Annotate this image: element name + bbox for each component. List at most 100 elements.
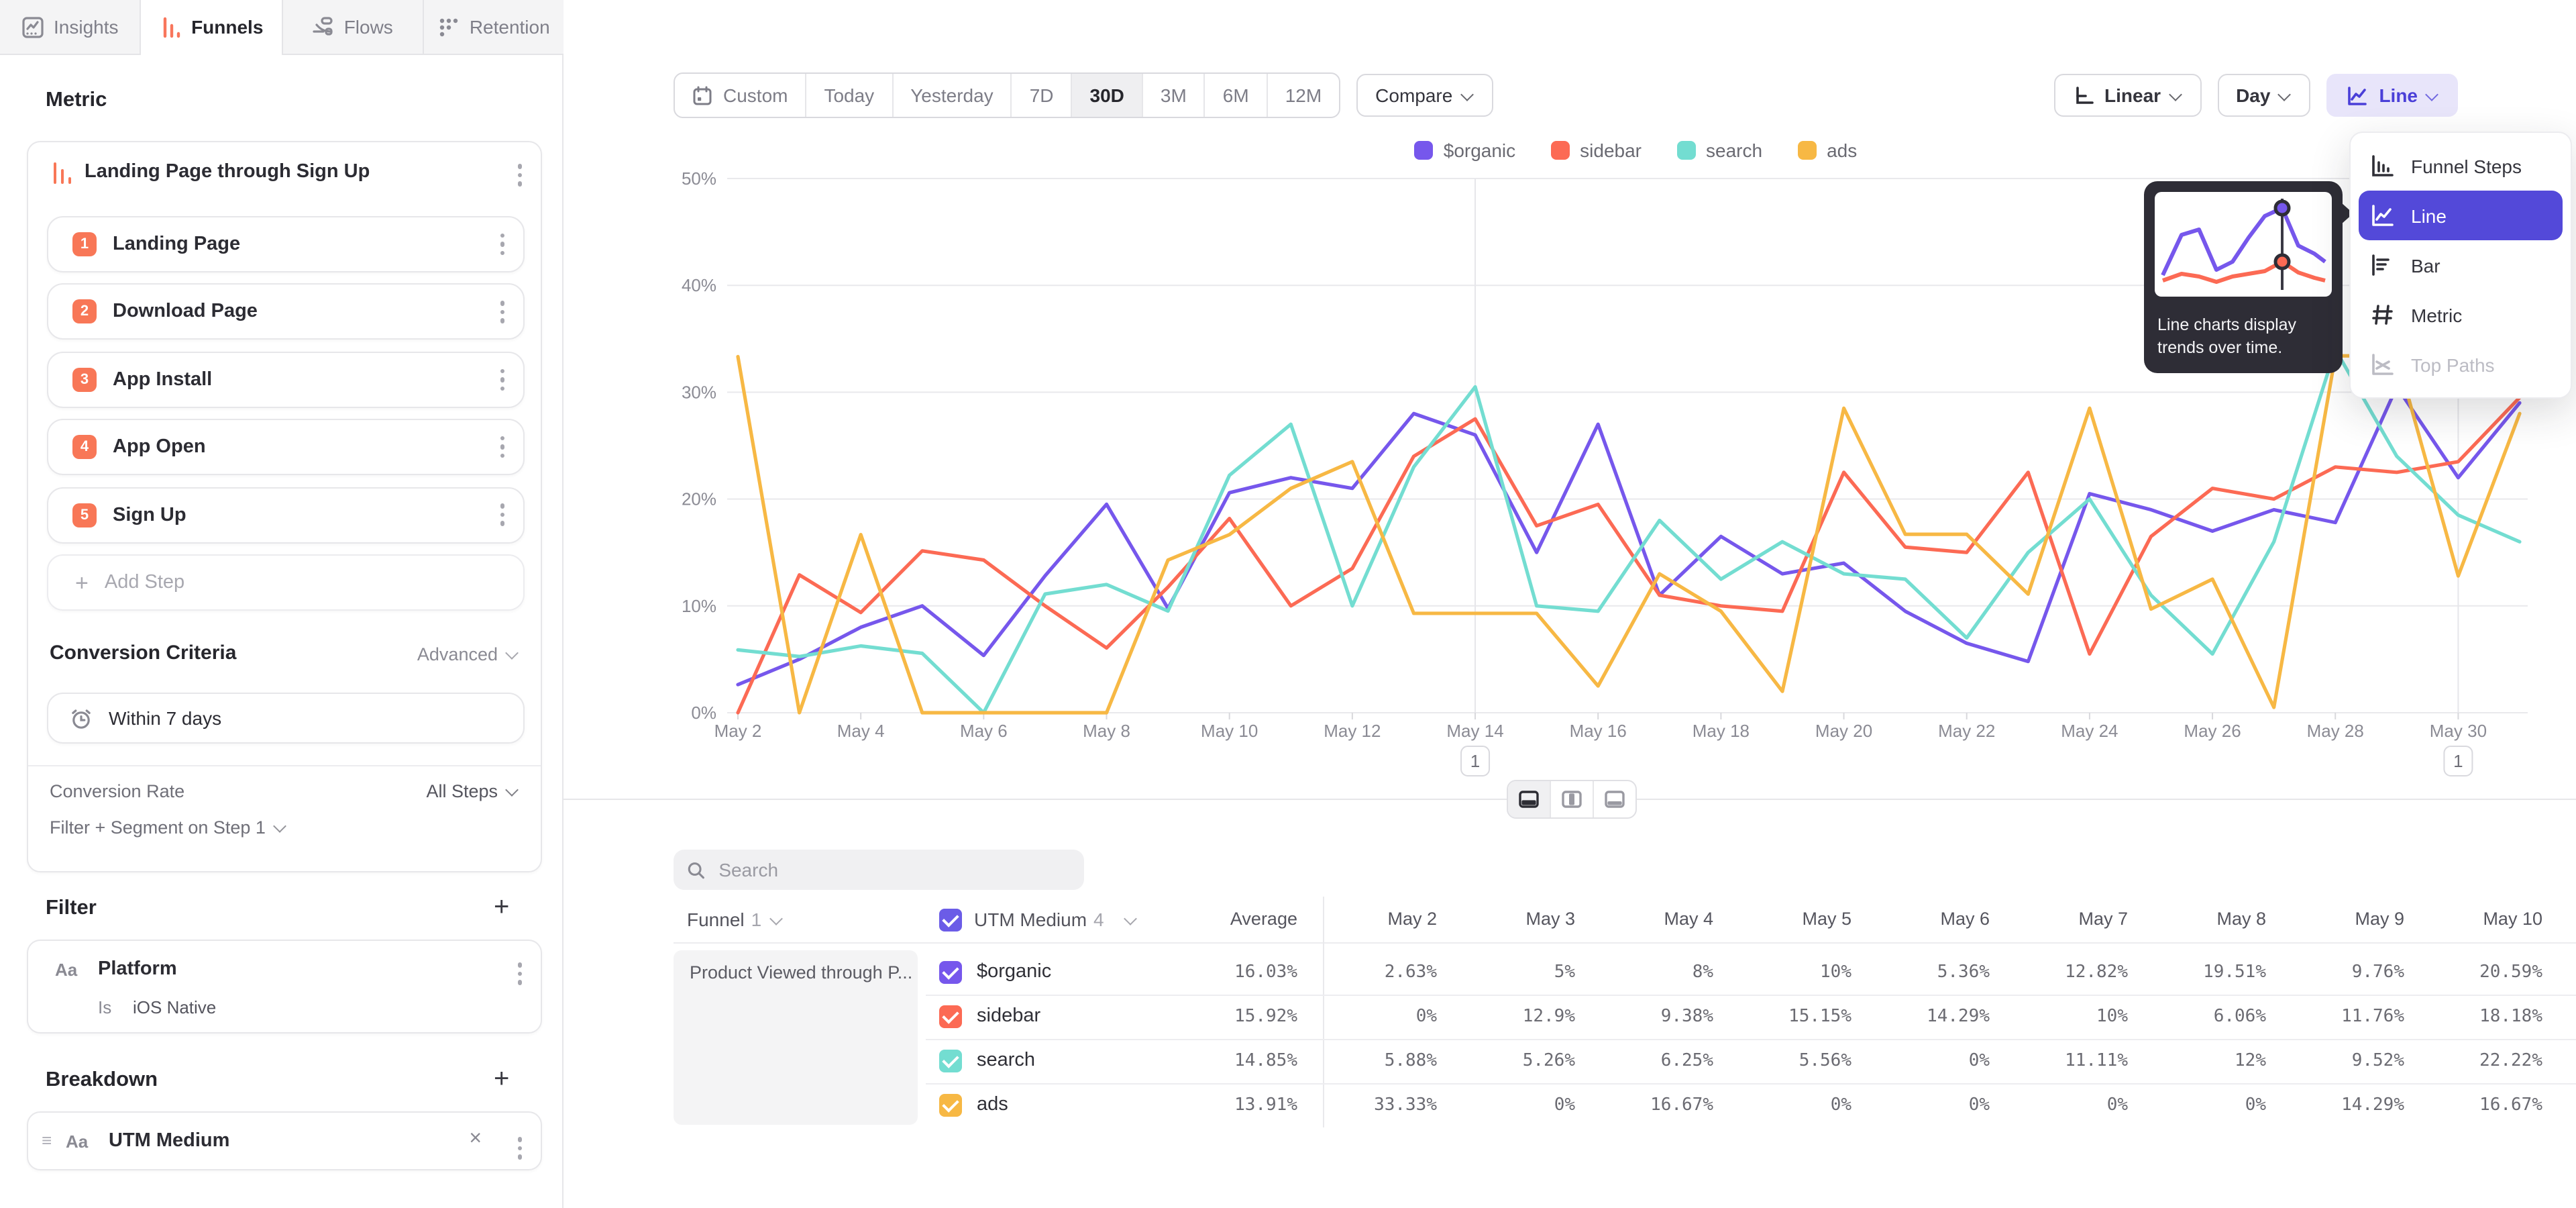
svg-text:May 16: May 16 — [1570, 721, 1627, 741]
add-step-button[interactable]: + Add Step — [47, 554, 525, 611]
conversion-rate-label: Conversion Rate — [50, 781, 184, 801]
value-cell: 0% — [1448, 1083, 1575, 1127]
column-header[interactable]: May 7 — [2000, 897, 2128, 942]
column-header[interactable]: May 5 — [1724, 897, 1851, 942]
column-header[interactable]: May 10 — [2415, 897, 2542, 942]
funnel-column-header[interactable]: Funnel1 — [687, 897, 783, 944]
advanced-toggle[interactable]: Advanced — [417, 644, 519, 664]
step-menu-button[interactable] — [492, 496, 513, 534]
column-header[interactable]: May 3 — [1448, 897, 1575, 942]
funnel-step-5[interactable]: 5Sign Up — [47, 487, 525, 543]
menu-item-funnel-steps[interactable]: Funnel Steps — [2351, 141, 2571, 191]
filter-menu-button[interactable] — [509, 954, 530, 993]
tab-retention[interactable]: Retention — [424, 0, 564, 54]
value-cell: 10% — [2000, 995, 2128, 1039]
step-number-badge: 5 — [72, 503, 97, 527]
segment-column-header[interactable]: UTM Medium4 — [939, 897, 1138, 942]
add-breakdown-button[interactable]: + — [494, 1066, 509, 1093]
column-header[interactable]: May 8 — [2139, 897, 2266, 942]
funnel-title: Landing Page through Sign Up — [85, 161, 370, 183]
column-header[interactable]: May 4 — [1586, 897, 1713, 942]
layout-split-horizontal-button[interactable] — [1508, 781, 1551, 817]
legend-item-sidebar[interactable]: sidebar — [1550, 140, 1642, 161]
date-range-custom[interactable]: Custom — [675, 74, 805, 117]
step-label: Download Page — [113, 301, 492, 323]
funnel-step-3[interactable]: 3App Install — [47, 352, 525, 408]
legend-item-search[interactable]: search — [1676, 140, 1762, 161]
column-header[interactable]: May 2 — [1309, 897, 1437, 942]
breakdown-menu-button[interactable] — [509, 1129, 530, 1167]
tab-flows[interactable]: Flows — [282, 0, 424, 54]
add-filter-button[interactable]: + — [494, 894, 509, 921]
date-range-30d[interactable]: 30D — [1071, 74, 1142, 117]
search-icon — [687, 860, 705, 880]
column-header[interactable]: May 9 — [2277, 897, 2404, 942]
svg-text:10%: 10% — [682, 596, 716, 616]
date-range-12m[interactable]: 12M — [1267, 74, 1339, 117]
menu-item-line[interactable]: Line — [2359, 191, 2563, 240]
insights-icon — [21, 15, 44, 38]
legend-item-organic[interactable]: $organic — [1414, 140, 1515, 161]
column-header[interactable]: May 6 — [1862, 897, 1990, 942]
filter-segment-toggle[interactable]: Filter + Segment on Step 1 — [50, 817, 287, 838]
value-cell: 16.67% — [1586, 1083, 1713, 1127]
tab-insights[interactable]: Insights — [0, 0, 142, 54]
svg-text:1: 1 — [1470, 751, 1480, 771]
value-cell: 6.06% — [2139, 995, 2266, 1039]
legend-item-ads[interactable]: ads — [1797, 140, 1857, 161]
scale-select[interactable]: Linear — [2053, 74, 2201, 117]
remove-breakdown-icon[interactable]: × — [469, 1127, 482, 1152]
split-vertical-icon — [1562, 791, 1582, 808]
menu-item-bar[interactable]: Bar — [2351, 240, 2571, 290]
row-checkbox[interactable] — [939, 1050, 962, 1072]
svg-text:May 2: May 2 — [714, 721, 762, 741]
step-menu-button[interactable] — [492, 360, 513, 399]
filter-card[interactable]: Aa Platform Is iOS Native — [27, 940, 542, 1034]
funnel-step-4[interactable]: 4App Open — [47, 419, 525, 475]
conversion-rate-select[interactable]: All Steps — [426, 781, 519, 801]
compare-button[interactable]: Compare — [1356, 74, 1493, 117]
value-cell: 14.29% — [1862, 995, 1990, 1039]
date-range-3m[interactable]: 3M — [1142, 74, 1204, 117]
date-range-6m[interactable]: 6M — [1204, 74, 1267, 117]
row-checkbox[interactable] — [939, 1005, 962, 1028]
date-range-today[interactable]: Today — [805, 74, 892, 117]
funnel-menu-button[interactable] — [509, 156, 530, 194]
granularity-select[interactable]: Day — [2217, 74, 2310, 117]
chevron-down-icon — [2168, 87, 2182, 101]
select-all-checkbox[interactable] — [939, 908, 962, 931]
row-checkbox[interactable] — [939, 961, 962, 984]
funnel-metric-icon — [50, 161, 74, 192]
date-range-yesterday[interactable]: Yesterday — [892, 74, 1011, 117]
column-header[interactable]: Average — [1170, 897, 1297, 942]
chart-type-tooltip: Line charts display trends over time. — [2144, 181, 2343, 373]
metric-icon — [2369, 302, 2395, 328]
menu-item-metric[interactable]: Metric — [2351, 290, 2571, 340]
app: Metric Landing Page through Sign Up 1Lan… — [0, 0, 2576, 1208]
step-menu-button[interactable] — [492, 428, 513, 466]
value-cell: 12.9% — [1448, 995, 1575, 1039]
layout-split-vertical-button[interactable] — [1551, 781, 1594, 817]
chart-type-select[interactable]: Line — [2326, 74, 2458, 117]
date-range-7d[interactable]: 7D — [1011, 74, 1071, 117]
breakdown-card[interactable]: ≡ Aa UTM Medium × — [27, 1111, 542, 1170]
layout-bottom-panel-button[interactable] — [1594, 781, 1635, 817]
svg-text:40%: 40% — [682, 275, 716, 295]
add-step-label: Add Step — [105, 572, 184, 593]
svg-text:May 22: May 22 — [1938, 721, 1995, 741]
drag-handle-icon[interactable]: ≡ — [42, 1130, 52, 1150]
conversion-window-button[interactable]: Within 7 days — [47, 693, 525, 744]
line-chart-icon — [2345, 84, 2368, 107]
value-cell: 11.11% — [2000, 1039, 2128, 1083]
row-checkbox[interactable] — [939, 1094, 962, 1117]
tab-funnels[interactable]: Funnels — [142, 0, 283, 54]
funnel-step-2[interactable]: 2Download Page — [47, 284, 525, 340]
tooltip-mini-chart — [2155, 192, 2332, 297]
step-menu-button[interactable] — [492, 293, 513, 331]
step-menu-button[interactable] — [492, 225, 513, 264]
funnel-step-1[interactable]: 1Landing Page — [47, 216, 525, 272]
step-label: Landing Page — [113, 234, 492, 255]
menu-item-top-paths[interactable]: Top Paths — [2351, 340, 2571, 389]
search-input[interactable] — [716, 858, 1071, 882]
conversion-window-value: Within 7 days — [109, 707, 221, 729]
